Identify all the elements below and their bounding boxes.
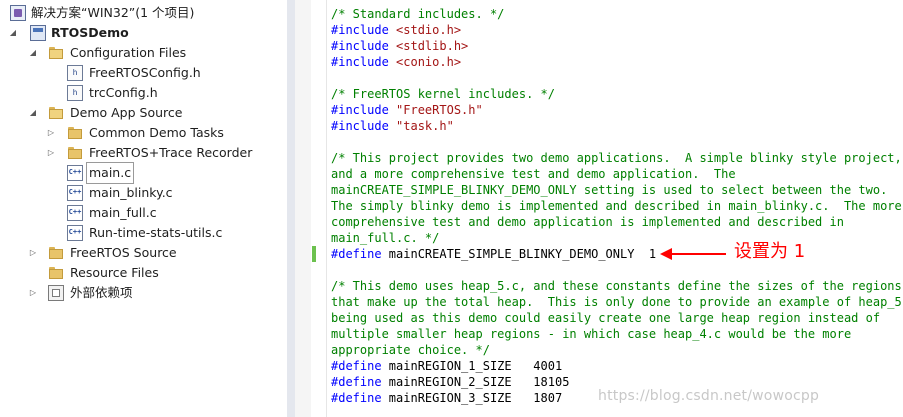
tree-item-label: Configuration Files: [70, 45, 187, 60]
tree-item-freertos-source[interactable]: ▷ FreeRTOS Source: [0, 243, 287, 263]
keyword: #include: [331, 39, 389, 53]
tree-item-run-time-stats-utils-c[interactable]: C++ Run-time-stats-utils.c: [0, 223, 287, 243]
solution-icon: [10, 5, 26, 21]
cpp-file-icon: C++: [67, 225, 83, 241]
keyword: #include: [331, 23, 389, 37]
tree-item-label: FreeRTOSConfig.h: [89, 65, 201, 80]
tree-item-label: 外部依赖项: [70, 285, 133, 300]
tree-item-freertos-trace-recorder[interactable]: ▷ FreeRTOS+Trace Recorder: [0, 143, 287, 163]
code-line: being used as this demo could easily cre…: [331, 311, 881, 325]
pane-splitter[interactable]: [287, 0, 295, 417]
cpp-file-icon: C++: [67, 165, 83, 181]
solution-node[interactable]: 解决方案“WIN32”(1 个项目): [0, 3, 287, 23]
code-line: #include <conio.h>: [331, 54, 903, 70]
code-line: #include <stdio.h>: [331, 22, 903, 38]
code-line-define-blinky: #define mainCREATE_SIMPLE_BLINKY_DEMO_ON…: [331, 246, 903, 262]
tree-item-main-blinky-c[interactable]: C++ main_blinky.c: [0, 183, 287, 203]
code-line: appropriate choice. */: [331, 343, 490, 357]
collapse-arrow-icon[interactable]: ◢: [8, 23, 18, 43]
watermark: https://blog.csdn.net/wowocpp: [598, 388, 820, 404]
keyword: #define: [331, 391, 382, 405]
keyword: #include: [331, 119, 389, 133]
code-editor[interactable]: /* Standard includes. */ #include <stdio…: [331, 6, 903, 406]
expand-arrow-icon[interactable]: ▷: [28, 243, 38, 263]
tree-item-label: trcConfig.h: [89, 85, 158, 100]
expand-arrow-icon[interactable]: ▷: [46, 143, 56, 163]
code-line: /* FreeRTOS kernel includes. */: [331, 87, 555, 101]
tree-item-resource-files[interactable]: Resource Files: [0, 263, 287, 283]
code-line: main_full.c. */: [331, 231, 440, 245]
code-line: comprehensive test and demo application …: [331, 215, 844, 229]
cpp-file-icon: C++: [67, 205, 83, 221]
tree-item-label: FreeRTOS+Trace Recorder: [89, 145, 253, 160]
keyword: #include: [331, 55, 389, 69]
solution-explorer: 解决方案“WIN32”(1 个项目) ◢ RTOSDemo ◢ Configur…: [0, 0, 287, 417]
tree-item-trcconfig-h[interactable]: h trcConfig.h: [0, 83, 287, 103]
keyword: #include: [331, 103, 389, 117]
collapse-arrow-icon[interactable]: ◢: [28, 103, 38, 123]
code-line: The simply blinky demo is implemented an…: [331, 199, 902, 213]
define-body: mainREGION_1_SIZE 4001: [381, 359, 563, 373]
tree-item-freertosconfig-h[interactable]: h FreeRTOSConfig.h: [0, 63, 287, 83]
string-literal: <conio.h>: [396, 55, 462, 69]
tree-item-main-c[interactable]: C++ main.c: [0, 162, 287, 184]
code-line: #define mainREGION_1_SIZE 4001: [331, 358, 903, 374]
tree-item-label: Run-time-stats-utils.c: [89, 225, 223, 240]
tree-item-main-full-c[interactable]: C++ main_full.c: [0, 203, 287, 223]
define-body: mainCREATE_SIMPLE_BLINKY_DEMO_ONLY 1: [381, 247, 657, 261]
tree-item-label: main_full.c: [89, 205, 157, 220]
string-literal: <stdlib.h>: [396, 39, 469, 53]
code-line: #include "task.h": [331, 118, 903, 134]
collapse-arrow-icon[interactable]: ◢: [28, 43, 38, 63]
editor-margin-divider: [326, 0, 327, 417]
cpp-file-icon: C++: [67, 185, 83, 201]
string-literal: "FreeRTOS.h": [396, 103, 483, 117]
code-line: /* Standard includes. */: [331, 7, 505, 21]
string-literal: "task.h": [396, 119, 454, 133]
expand-arrow-icon[interactable]: ▷: [46, 123, 56, 143]
code-line: #include "FreeRTOS.h": [331, 102, 903, 118]
tree-item-label: Common Demo Tasks: [89, 125, 224, 140]
code-line: and a more comprehensive test and demo a…: [331, 167, 736, 181]
code-line: /* This project provides two demo applic…: [331, 151, 902, 165]
tree-item-label: main_blinky.c: [89, 185, 173, 200]
code-line: multiple smaller heap regions - in which…: [331, 327, 852, 341]
annotation-text: 设置为 1: [734, 241, 806, 262]
header-file-icon: h: [67, 85, 83, 101]
code-line: mainCREATE_SIMPLE_BLINKY_DEMO_ONLY setti…: [331, 183, 888, 197]
tree-item-label: Demo App Source: [70, 105, 183, 120]
define-body: mainREGION_3_SIZE 1807: [381, 391, 563, 405]
code-line: /* This demo uses heap_5.c, and these co…: [331, 279, 902, 293]
header-file-icon: h: [67, 65, 83, 81]
keyword: #define: [331, 359, 382, 373]
tree-item-configuration-files[interactable]: ◢ Configuration Files: [0, 43, 287, 63]
tree-item-external-dependencies[interactable]: ▷ 外部依赖项: [0, 283, 287, 303]
solution-label: 解决方案“WIN32”(1 个项目): [31, 5, 195, 20]
change-tracking-bar: [312, 246, 316, 262]
keyword: #define: [331, 375, 382, 389]
project-node[interactable]: ◢ RTOSDemo: [0, 23, 287, 43]
annotation-arrow: [670, 253, 726, 255]
tree-item-label: main.c: [85, 162, 135, 184]
tree-item-label: Resource Files: [70, 265, 159, 280]
code-line: #include <stdlib.h>: [331, 38, 903, 54]
tree-item-label: FreeRTOS Source: [70, 245, 177, 260]
string-literal: <stdio.h>: [396, 23, 462, 37]
project-label: RTOSDemo: [51, 25, 129, 40]
editor-change-margin: [311, 0, 326, 417]
tree-item-common-demo-tasks[interactable]: ▷ Common Demo Tasks: [0, 123, 287, 143]
define-body: mainREGION_2_SIZE 18105: [381, 375, 570, 389]
keyword: #define: [331, 247, 382, 261]
editor-gutter: [295, 0, 311, 417]
project-icon: [30, 25, 46, 41]
external-dependencies-icon: [48, 285, 64, 301]
tree-item-demo-app-source[interactable]: ◢ Demo App Source: [0, 103, 287, 123]
expand-arrow-icon[interactable]: ▷: [28, 283, 38, 303]
code-line: that make up the total heap. This is onl…: [331, 295, 902, 309]
